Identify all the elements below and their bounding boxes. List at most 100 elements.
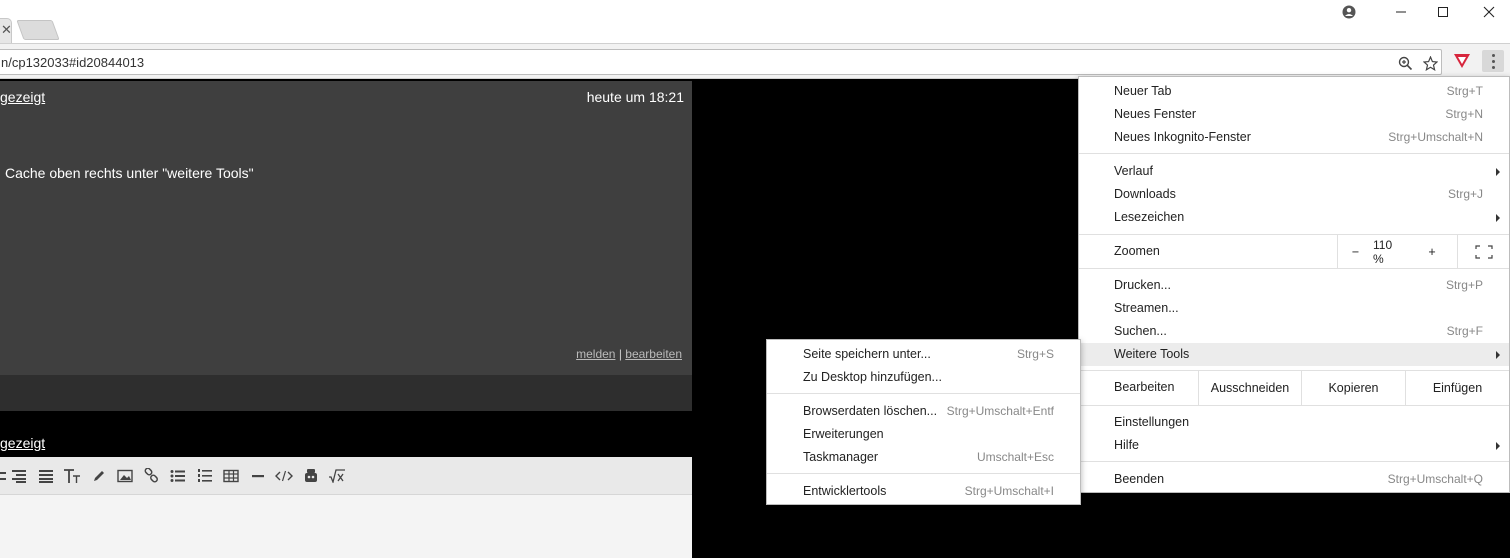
menu-item-bookmarks[interactable]: Lesezeichen — [1079, 206, 1509, 229]
zoom-value-text: 110 % — [1373, 237, 1393, 266]
menu-item-print[interactable]: Drucken... Strg+P — [1079, 274, 1509, 297]
editor-toolbar — [0, 457, 692, 495]
spoiler-icon[interactable] — [298, 464, 325, 488]
menu-item-help[interactable]: Hilfe — [1079, 434, 1509, 457]
numbered-list-icon[interactable] — [192, 464, 219, 488]
menu-item-label: Hilfe — [1114, 438, 1140, 452]
reply-editor[interactable] — [0, 457, 692, 558]
title-bar: ✕ — [0, 0, 1510, 44]
submenu-item-save-page[interactable]: Seite speichern unter... Strg+S — [767, 343, 1080, 366]
extension-shield-icon[interactable] — [1452, 51, 1472, 71]
forum-post: gezeigt heute um 18:21 Cache oben rechts… — [0, 81, 692, 375]
menu-item-incognito[interactable]: Neues Inkognito-Fenster Strg+Umschalt+N — [1079, 126, 1509, 149]
menu-item-find[interactable]: Suchen... Strg+F — [1079, 320, 1509, 343]
close-window-button[interactable] — [1474, 0, 1504, 24]
formula-icon[interactable] — [324, 464, 351, 488]
horizontal-rule-icon[interactable] — [245, 464, 272, 488]
menu-item-shortcut: Strg+S — [1016, 347, 1054, 361]
menu-item-label: Einstellungen — [1114, 415, 1190, 429]
dot-icon — [1491, 65, 1495, 69]
copy-button[interactable]: Kopieren — [1301, 370, 1405, 405]
font-size-icon[interactable] — [59, 464, 86, 488]
menu-item-label: Entwicklertools — [803, 484, 887, 498]
address-bar[interactable]: n/cp132033#id20844013 — [0, 49, 1442, 75]
menu-item-downloads[interactable]: Downloads Strg+J — [1079, 183, 1509, 206]
menu-separator — [1079, 153, 1509, 154]
menu-item-history[interactable]: Verlauf — [1079, 160, 1509, 183]
menu-item-label: Browserdaten löschen... — [803, 404, 938, 418]
menu-item-label: Zu Desktop hinzufügen... — [803, 370, 942, 384]
menu-separator — [1079, 461, 1509, 462]
bookmark-star-icon[interactable] — [1420, 53, 1440, 73]
fullscreen-icon — [1474, 244, 1493, 259]
link-icon[interactable] — [139, 464, 166, 488]
menu-item-label: Taskmanager — [803, 450, 879, 464]
code-icon[interactable] — [271, 464, 298, 488]
submenu-item-dev-tools[interactable]: Entwicklertools Strg+Umschalt+I — [767, 480, 1080, 503]
menu-item-cast[interactable]: Streamen... — [1079, 297, 1509, 320]
maximize-button[interactable] — [1428, 0, 1458, 24]
menu-item-more-tools[interactable]: Weitere Tools — [1079, 343, 1509, 366]
post-footer — [0, 375, 692, 411]
browser-menu-button[interactable] — [1482, 50, 1504, 72]
menu-separator — [767, 473, 1080, 474]
menu-item-label: Erweiterungen — [803, 427, 884, 441]
menu-item-edit: Bearbeiten Ausschneiden Kopieren Einfüge… — [1079, 370, 1509, 405]
menu-item-new-tab[interactable]: Neuer Tab Strg+T — [1079, 80, 1509, 103]
menu-item-shortcut: Strg+Umschalt+Entf — [946, 404, 1054, 418]
menu-item-shortcut: Strg+Umschalt+N — [1388, 130, 1483, 144]
menu-item-label: Neues Inkognito-Fenster — [1114, 130, 1251, 144]
dot-icon — [1491, 53, 1495, 57]
browser-main-menu: Neuer Tab Strg+T Neues Fenster Strg+N Ne… — [1078, 76, 1510, 493]
menu-separator — [1079, 268, 1509, 269]
menu-item-label: Drucken... — [1114, 278, 1171, 292]
menu-item-label: Neuer Tab — [1114, 84, 1172, 98]
align-justify-icon[interactable] — [33, 464, 60, 488]
cut-button[interactable]: Ausschneiden — [1198, 370, 1301, 405]
submenu-arrow-icon — [1496, 351, 1500, 359]
image-icon[interactable] — [112, 464, 139, 488]
copy-label: Kopieren — [1328, 380, 1379, 395]
url-text[interactable]: n/cp132033#id20844013 — [1, 55, 144, 70]
edit-label: Bearbeiten — [1114, 380, 1175, 394]
menu-item-label: Streamen... — [1114, 301, 1179, 315]
submenu-item-extensions[interactable]: Erweiterungen — [767, 423, 1080, 446]
menu-item-label: Beenden — [1114, 472, 1165, 486]
submenu-item-task-manager[interactable]: Taskmanager Umschalt+Esc — [767, 446, 1080, 469]
zoom-value: 110 % — [1373, 234, 1405, 269]
submenu-item-add-desktop[interactable]: Zu Desktop hinzufügen... — [767, 366, 1080, 389]
menu-item-label: Suchen... — [1114, 324, 1167, 338]
zoom-in-icon: + — [1428, 244, 1436, 259]
menu-item-label: Seite speichern unter... — [803, 347, 931, 361]
report-link[interactable]: melden — [576, 347, 615, 361]
submenu-arrow-icon — [1496, 214, 1500, 222]
menu-separator — [1079, 405, 1509, 406]
zoom-icon[interactable] — [1395, 53, 1415, 73]
fullscreen-button[interactable] — [1457, 234, 1509, 269]
zoom-out-button[interactable]: − — [1337, 234, 1373, 269]
browser-tab[interactable]: ✕ — [0, 18, 12, 44]
menu-item-exit[interactable]: Beenden Strg+Umschalt+Q — [1079, 468, 1509, 491]
minimize-button[interactable] — [1386, 0, 1416, 24]
bullet-list-icon[interactable] — [165, 464, 192, 488]
menu-item-settings[interactable]: Einstellungen — [1079, 411, 1509, 434]
table-icon[interactable] — [218, 464, 245, 488]
new-tab-button[interactable] — [16, 20, 60, 40]
menu-item-label: Lesezeichen — [1114, 210, 1185, 224]
post-author-link[interactable]: gezeigt — [0, 89, 45, 105]
minimize-icon — [1396, 11, 1406, 13]
submenu-arrow-icon — [1496, 442, 1500, 450]
zoom-in-button[interactable]: + — [1407, 234, 1457, 269]
reply-author-link[interactable]: gezeigt — [0, 435, 45, 451]
profile-icon[interactable] — [1338, 0, 1360, 24]
submenu-item-clear-data[interactable]: Browserdaten löschen... Strg+Umschalt+En… — [767, 400, 1080, 423]
edit-link[interactable]: bearbeiten — [625, 347, 682, 361]
paste-button[interactable]: Einfügen — [1405, 370, 1509, 405]
tab-close-icon[interactable]: ✕ — [1, 22, 12, 38]
menu-item-shortcut: Strg+J — [1447, 187, 1483, 201]
menu-item-new-window[interactable]: Neues Fenster Strg+N — [1079, 103, 1509, 126]
align-right-icon[interactable] — [6, 464, 33, 488]
menu-item-label: Neues Fenster — [1114, 107, 1196, 121]
menu-item-shortcut: Strg+N — [1445, 107, 1483, 121]
pencil-icon[interactable] — [86, 464, 113, 488]
